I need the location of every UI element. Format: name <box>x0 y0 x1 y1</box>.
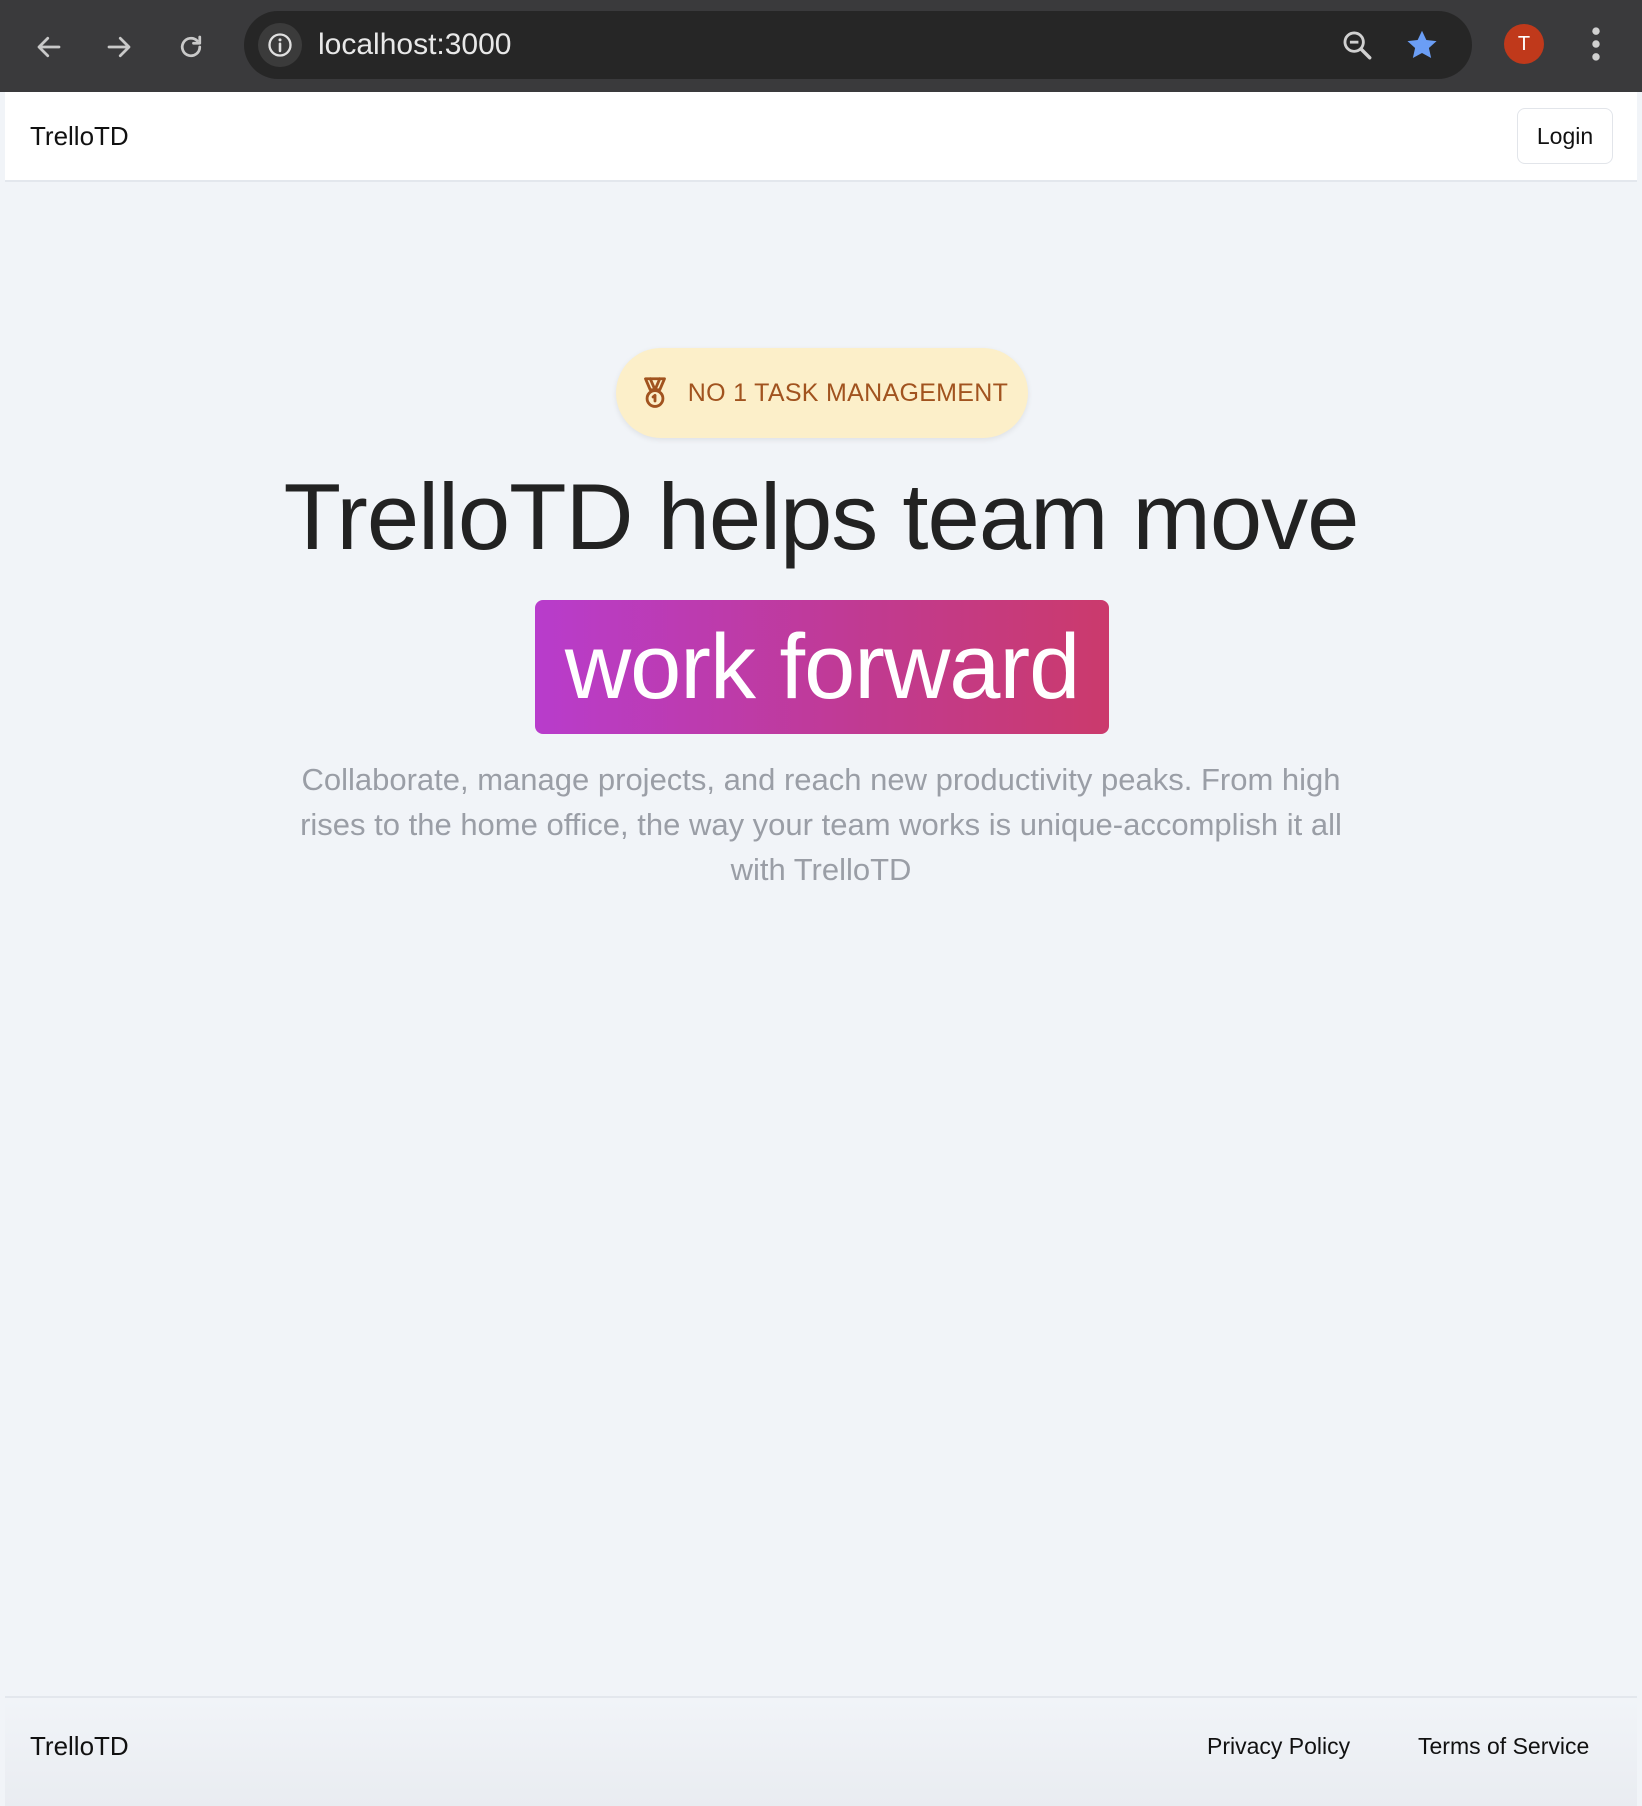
top-navbar: TrelloTD Login <box>5 92 1637 182</box>
zoom-icon[interactable] <box>1340 28 1374 62</box>
medal-icon <box>643 377 666 408</box>
back-button[interactable] <box>24 22 74 72</box>
page-footer: TrelloTD Privacy Policy Terms of Service <box>5 1696 1637 1806</box>
reload-icon <box>180 35 202 58</box>
hero-highlight: work forward <box>535 600 1109 734</box>
back-arrow-icon <box>37 36 61 58</box>
forward-arrow-icon <box>107 36 131 58</box>
profile-avatar[interactable]: T <box>1504 24 1544 64</box>
navbar-logo[interactable]: TrelloTD <box>30 92 129 180</box>
info-icon <box>268 33 292 57</box>
login-button[interactable]: Login <box>1517 108 1613 164</box>
site-info-button[interactable] <box>258 23 302 67</box>
more-vert-icon[interactable] <box>1582 24 1610 64</box>
url-text[interactable]: localhost:3000 <box>318 11 511 79</box>
address-bar[interactable]: localhost:3000 <box>244 11 1472 79</box>
page-viewport: TrelloTD Login NO 1 TASK MANAGEMENT Trel… <box>5 92 1637 1806</box>
hero-subtext: Collaborate, manage projects, and reach … <box>300 762 1342 887</box>
profile-initial: T <box>1517 32 1531 55</box>
badge-text: NO 1 TASK MANAGEMENT <box>687 378 1009 407</box>
terms-of-service-link[interactable]: Terms of Service <box>1418 1698 1589 1806</box>
star-icon[interactable] <box>1404 27 1440 63</box>
hero-headline: TrelloTD helps team move <box>283 464 1360 569</box>
forward-button[interactable] <box>94 22 144 72</box>
footer-logo[interactable]: TrelloTD <box>30 1698 129 1806</box>
reload-button[interactable] <box>166 22 216 72</box>
privacy-policy-link[interactable]: Privacy Policy <box>1207 1698 1350 1806</box>
hero-badge: NO 1 TASK MANAGEMENT <box>616 348 1028 438</box>
browser-toolbar: localhost:3000 T <box>0 0 1642 92</box>
